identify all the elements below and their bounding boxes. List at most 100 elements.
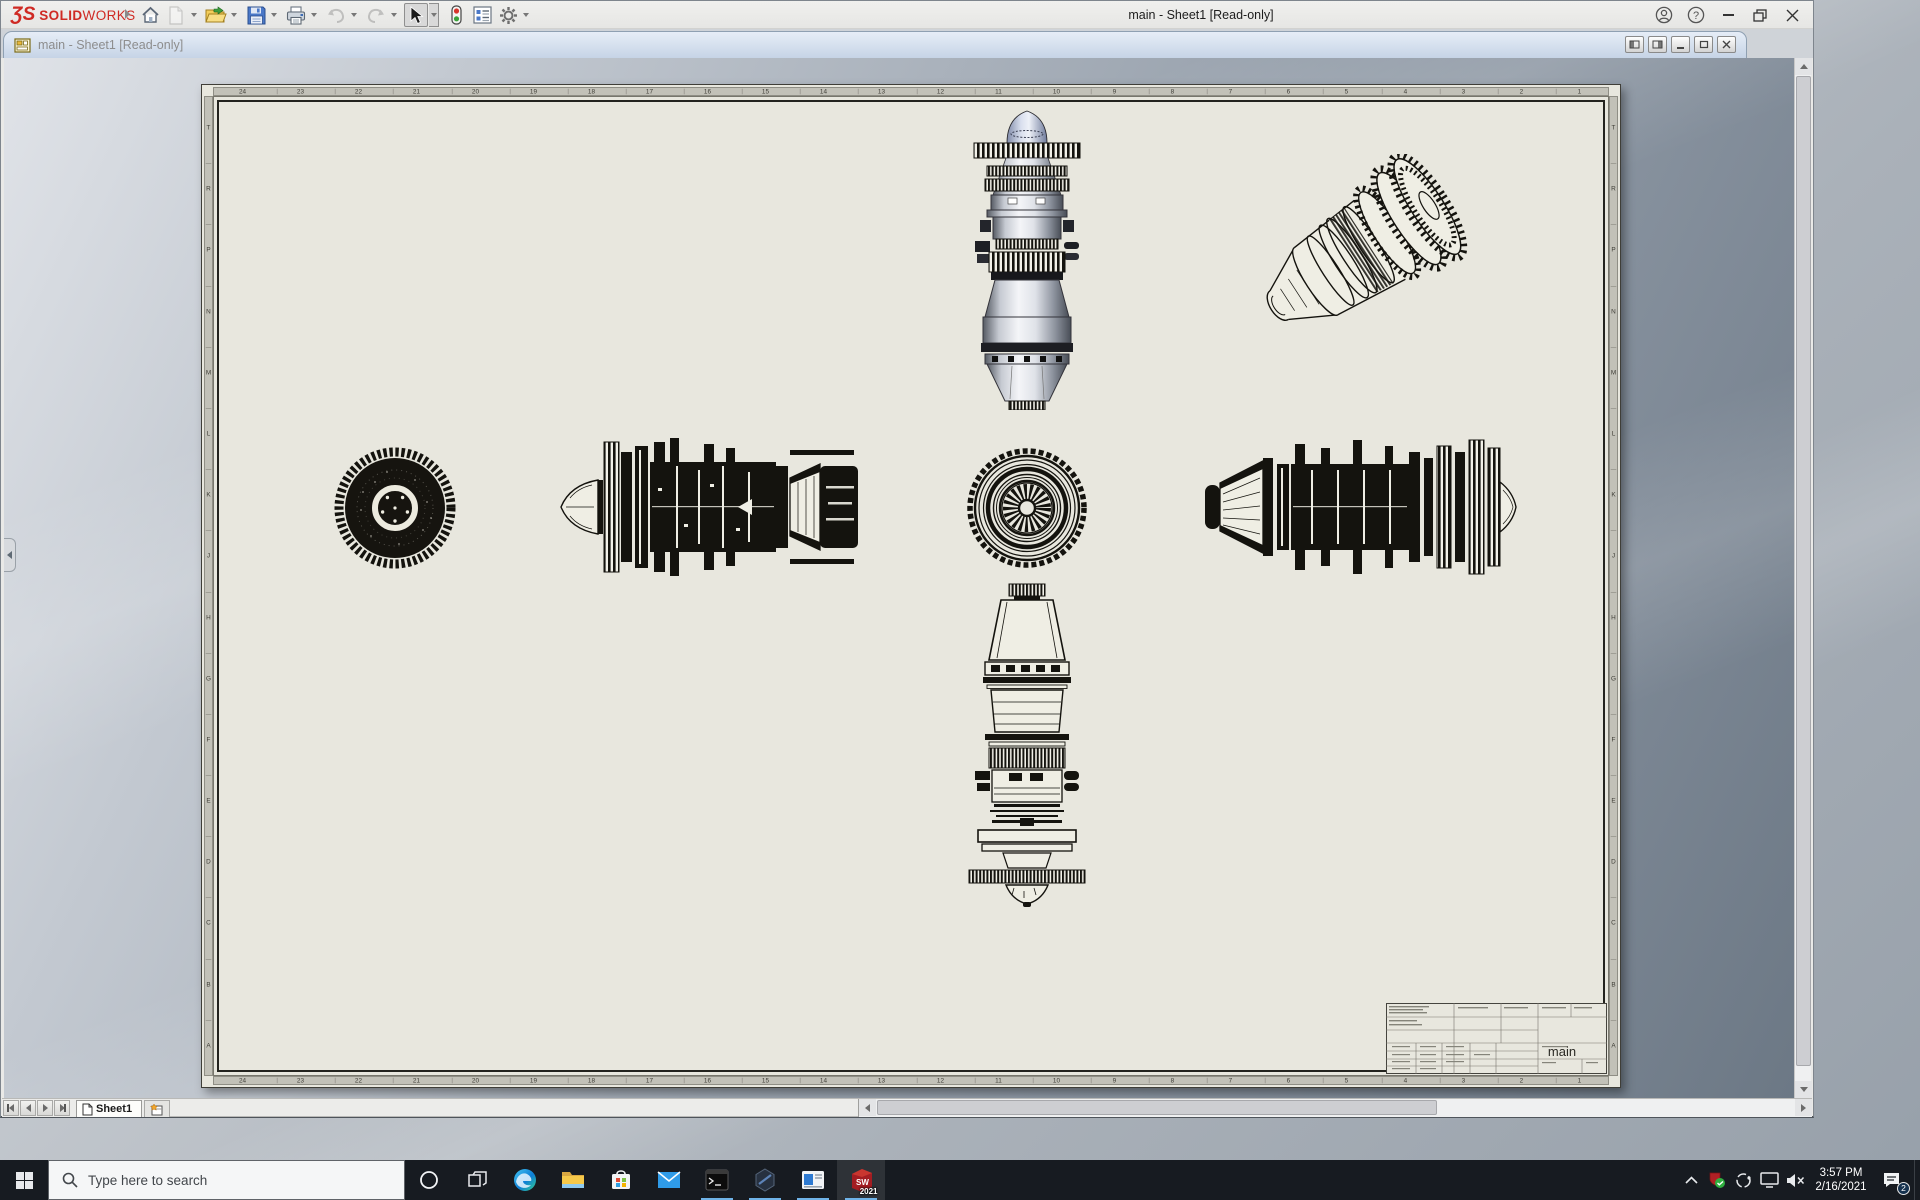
cortana-button[interactable] [405,1160,453,1200]
first-sheet-button[interactable] [3,1100,19,1116]
doc-minimize-button[interactable] [1671,36,1690,53]
next-sheet-icon [42,1104,48,1112]
scroll-left-button[interactable] [859,1099,877,1116]
zone-label: L [205,408,212,457]
solidworks-logo-glyph: ƷS [11,4,36,25]
zone-label: 5 [1323,1077,1370,1084]
print-button[interactable] [284,3,308,27]
graphics-viewport[interactable]: 24 23 22 21 20 19 18 17 16 15 14 13 12 11 10 9 8 7 6 5 4 3 2 1 … [4,58,1795,1098]
window-app-button[interactable] [789,1160,837,1200]
zone-label: 4 [1381,88,1428,95]
doc-close-button[interactable] [1717,36,1736,53]
previous-sheet-button[interactable] [20,1100,36,1116]
drawing-view-side-left[interactable] [558,436,864,578]
zone-label: R [205,163,212,212]
notification-center-button[interactable]: 2 [1874,1160,1910,1200]
traffic-light-button[interactable] [444,3,468,27]
task-view-button[interactable] [453,1160,501,1200]
save-dropdown[interactable] [269,3,279,27]
edge-button[interactable] [501,1160,549,1200]
open-dropdown[interactable] [229,3,239,27]
drawing-view-back[interactable] [963,444,1091,572]
undo-dropdown[interactable] [349,3,359,27]
document-tab-label: main - Sheet1 [Read-only] [38,38,184,52]
file-explorer-button[interactable] [549,1160,597,1200]
settings-button[interactable] [496,3,520,27]
account-button[interactable] [1651,3,1677,27]
next-sheet-button[interactable] [37,1100,53,1116]
snip-tray-icon[interactable] [1730,1160,1756,1200]
help-button[interactable]: ? [1683,3,1709,27]
zone-label: 1 [1555,1077,1603,1084]
minimize-button[interactable] [1715,3,1741,27]
menu-expand-icon[interactable] [125,9,130,19]
drawing-view-bottom[interactable] [954,582,1100,912]
scroll-up-button[interactable] [1795,58,1812,75]
zone-label: J [205,530,212,579]
zone-label: M [1610,346,1617,396]
print-dropdown[interactable] [309,3,319,27]
home-button[interactable] [138,3,162,27]
settings-dropdown[interactable] [521,3,531,27]
sheet-tab-active[interactable]: Sheet1 [76,1100,143,1117]
hexagon-app-button[interactable] [741,1160,789,1200]
open-button[interactable] [204,3,228,27]
display-tray-icon[interactable] [1756,1160,1782,1200]
close-button[interactable] [1779,3,1805,27]
save-button[interactable] [244,3,268,27]
store-button[interactable] [597,1160,645,1200]
vertical-scrollbar[interactable] [1794,58,1812,1098]
pane-left-button[interactable] [1625,36,1644,53]
options-list-button[interactable] [470,3,494,27]
sheet-tab-strip [170,1099,859,1117]
solidworks-taskbar-button[interactable]: SW 2021 [837,1160,885,1200]
document-tab[interactable]: main - Sheet1 [Read-only] [3,31,1747,58]
add-sheet-button[interactable] [144,1100,171,1117]
traffic-light-icon [450,5,462,25]
new-document-button[interactable] [164,3,188,27]
restore-button[interactable] [1747,3,1773,27]
select-tool-button[interactable] [404,3,428,27]
zone-label: 18 [567,88,615,95]
horizontal-scroll-thumb[interactable] [877,1100,1438,1115]
window-app-icon [802,1171,824,1189]
taskbar-clock[interactable]: 3:57 PM 2/16/2021 [1808,1166,1874,1194]
start-button[interactable] [0,1160,48,1200]
mail-button[interactable] [645,1160,693,1200]
zone-label: 3 [1439,1077,1486,1084]
collapsed-panel-handle[interactable] [4,538,16,572]
drawing-sheet[interactable]: 24 23 22 21 20 19 18 17 16 15 14 13 12 11 10 9 8 7 6 5 4 3 2 1 … [201,84,1621,1088]
title-block[interactable]: main [1386,1003,1607,1074]
pane-right-button[interactable] [1648,36,1667,53]
terminal-button[interactable] [693,1160,741,1200]
show-desktop-button[interactable] [1914,1160,1920,1200]
drawing-view-isometric[interactable] [1234,154,1482,354]
scroll-right-button[interactable] [1795,1099,1812,1116]
home-icon [141,6,159,23]
drawing-view-front[interactable] [331,444,459,572]
drawing-view-top[interactable] [952,105,1102,410]
zone-label: T [1611,123,1616,131]
zone-label: 23 [276,1077,324,1084]
sheet-tab-bar: Sheet1 [2,1098,1812,1117]
scroll-down-button[interactable] [1795,1081,1812,1098]
zone-label: 12 [916,1077,963,1084]
drawing-view-side-right[interactable] [1203,436,1519,578]
taskbar-search[interactable]: Type here to search [48,1160,405,1200]
volume-tray-icon[interactable] [1782,1160,1808,1200]
chevron-up-icon [1684,1176,1698,1184]
horizontal-scrollbar[interactable] [858,1099,1812,1117]
solidworks-monitor-tray-icon[interactable] [1704,1160,1730,1200]
select-tool-dropdown[interactable] [429,3,439,27]
zone-label: N [1610,285,1617,335]
undo-icon [328,8,345,23]
redo-button[interactable] [364,3,388,27]
redo-dropdown[interactable] [389,3,399,27]
new-document-dropdown[interactable] [189,3,199,27]
tray-expand-button[interactable] [1678,1160,1704,1200]
last-sheet-button[interactable] [54,1100,70,1116]
vertical-scroll-thumb[interactable] [1796,76,1811,1066]
undo-button[interactable] [324,3,348,27]
doc-restore-button[interactable] [1694,36,1713,53]
solidworks-window: ƷS SOLID WORKS main - Sheet1 [Read-only]… [0,0,1814,1118]
